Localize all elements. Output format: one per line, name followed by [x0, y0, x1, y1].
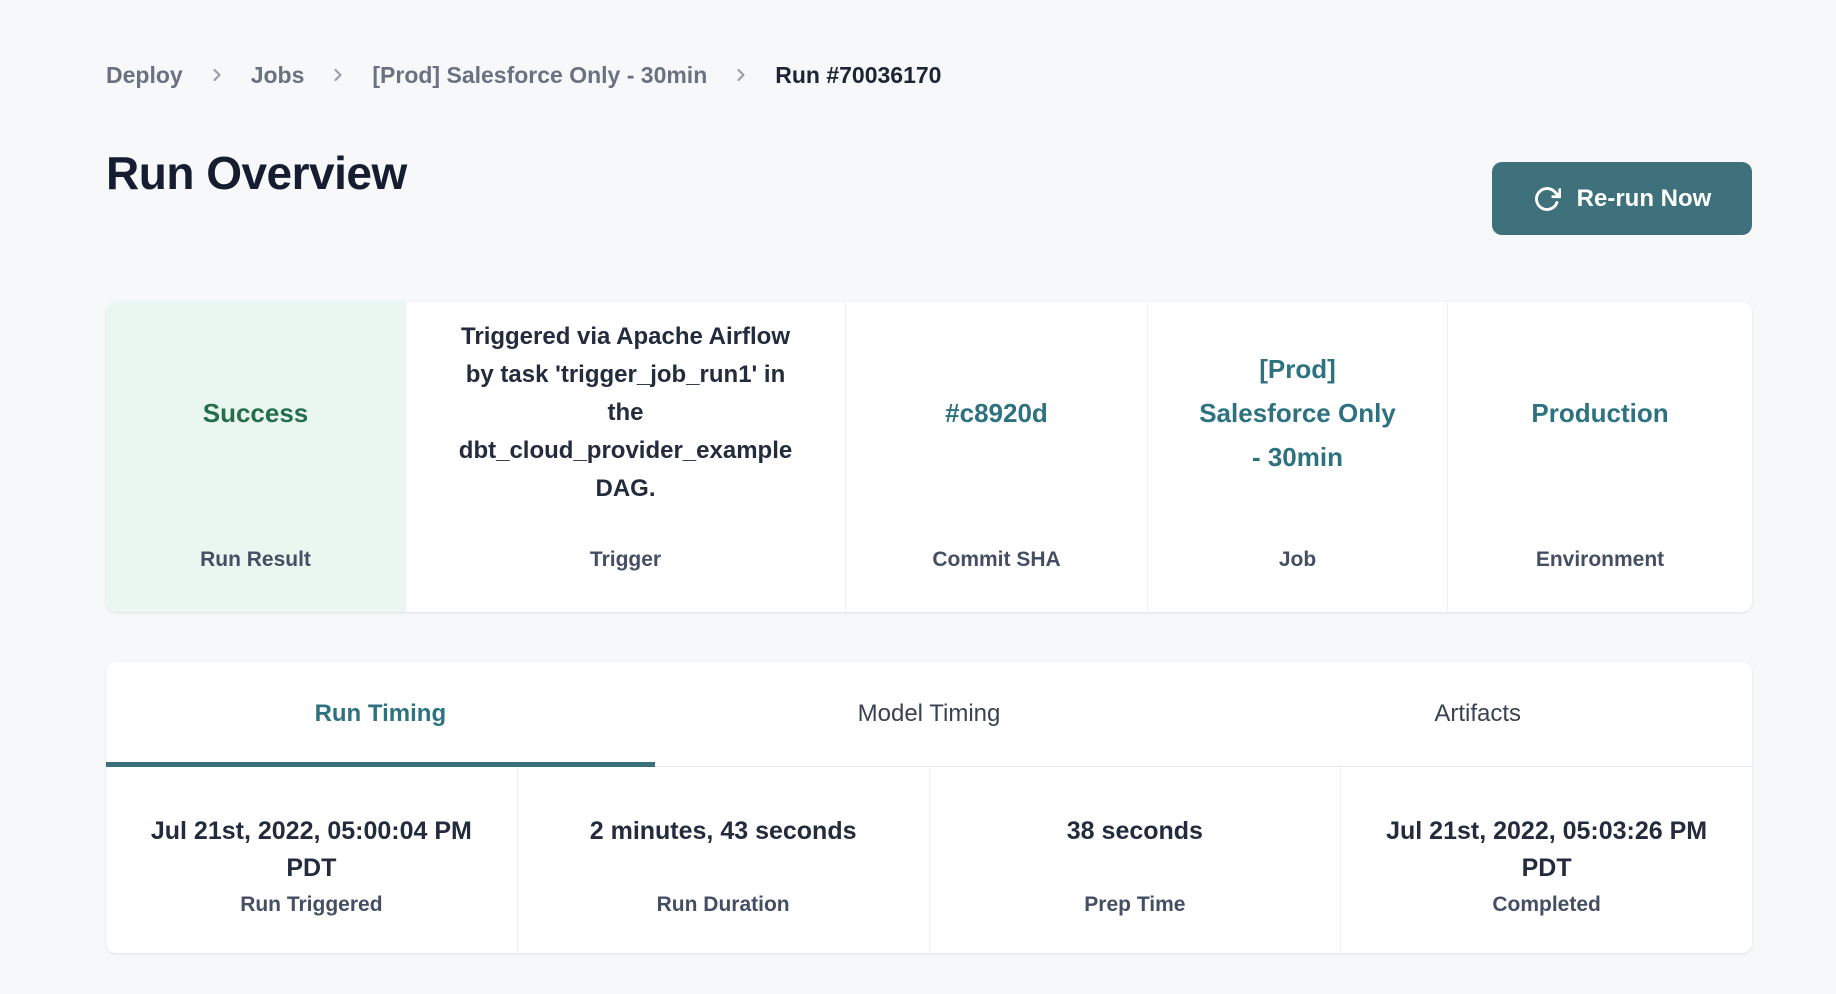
run-result-value: Success	[203, 398, 309, 429]
job-value-area: [Prod] Salesforce Only - 30min	[1148, 302, 1447, 524]
page-content: Deploy Jobs [Prod] Salesforce Only - 30m…	[106, 0, 1752, 994]
environment-label: Environment	[1448, 548, 1752, 572]
run-duration-cell: 2 minutes, 43 seconds Run Duration	[517, 767, 929, 952]
run-duration-label: Run Duration	[518, 893, 929, 917]
tab-model-timing[interactable]: Model Timing	[655, 662, 1204, 766]
rerun-button-label: Re-run Now	[1577, 185, 1712, 213]
run-summary-card: Success Run Result Triggered via Apache …	[106, 302, 1752, 612]
tab-artifacts-label: Artifacts	[1434, 700, 1521, 728]
chevron-right-icon	[328, 65, 348, 85]
run-duration-value: 2 minutes, 43 seconds	[518, 813, 929, 887]
environment-value-area: Production	[1448, 302, 1752, 524]
completed-label: Completed	[1341, 893, 1752, 917]
trigger-value: Triggered via Apache Airflow by task 'tr…	[459, 318, 792, 508]
trigger-label: Trigger	[406, 548, 845, 572]
run-result-section: Success Run Result	[106, 302, 405, 612]
breadcrumb: Deploy Jobs [Prod] Salesforce Only - 30m…	[106, 55, 941, 95]
job-section: [Prod] Salesforce Only - 30min Job	[1147, 302, 1447, 612]
completed-cell: Jul 21st, 2022, 05:03:26 PM PDT Complete…	[1340, 767, 1752, 952]
run-result-value-area: Success	[106, 302, 405, 524]
tab-model-timing-label: Model Timing	[858, 700, 1001, 728]
run-triggered-value: Jul 21st, 2022, 05:00:04 PM PDT	[106, 813, 517, 887]
tab-run-timing-label: Run Timing	[315, 700, 447, 728]
tab-bar: Run Timing Model Timing Artifacts	[106, 662, 1752, 767]
breadcrumb-current-run: Run #70036170	[775, 55, 941, 95]
tab-run-timing[interactable]: Run Timing	[106, 662, 655, 766]
prep-time-label: Prep Time	[930, 893, 1341, 917]
commit-sha-section: #c8920d Commit SHA	[845, 302, 1147, 612]
rerun-now-button[interactable]: Re-run Now	[1492, 162, 1752, 235]
run-overview-page: Deploy Jobs [Prod] Salesforce Only - 30m…	[0, 0, 1836, 994]
commit-sha-link[interactable]: #c8920d	[945, 391, 1048, 435]
prep-time-cell: 38 seconds Prep Time	[929, 767, 1341, 952]
prep-time-value: 38 seconds	[930, 813, 1341, 887]
commit-sha-label: Commit SHA	[846, 548, 1147, 572]
commit-sha-value-area: #c8920d	[846, 302, 1147, 524]
breadcrumb-job-name[interactable]: [Prod] Salesforce Only - 30min	[372, 55, 707, 95]
rotate-cw-icon	[1533, 185, 1561, 213]
breadcrumb-deploy[interactable]: Deploy	[106, 55, 183, 95]
run-result-label: Run Result	[106, 548, 405, 572]
environment-link[interactable]: Production	[1531, 391, 1668, 435]
completed-value: Jul 21st, 2022, 05:03:26 PM PDT	[1341, 813, 1752, 887]
breadcrumb-jobs[interactable]: Jobs	[251, 55, 305, 95]
active-tab-indicator	[106, 762, 655, 767]
trigger-section: Triggered via Apache Airflow by task 'tr…	[405, 302, 845, 612]
chevron-right-icon	[207, 65, 227, 85]
job-link[interactable]: [Prod] Salesforce Only - 30min	[1199, 347, 1396, 479]
run-timing-panel: Jul 21st, 2022, 05:00:04 PM PDT Run Trig…	[106, 767, 1752, 952]
chevron-right-icon	[731, 65, 751, 85]
environment-section: Production Environment	[1447, 302, 1752, 612]
job-label: Job	[1148, 548, 1447, 572]
trigger-value-area: Triggered via Apache Airflow by task 'tr…	[406, 302, 845, 524]
run-triggered-cell: Jul 21st, 2022, 05:00:04 PM PDT Run Trig…	[106, 767, 517, 952]
tab-artifacts[interactable]: Artifacts	[1203, 662, 1752, 766]
run-triggered-label: Run Triggered	[106, 893, 517, 917]
page-header: Run Overview Re-run Now	[106, 140, 1752, 206]
run-details-card: Run Timing Model Timing Artifacts Jul 21…	[106, 662, 1752, 953]
